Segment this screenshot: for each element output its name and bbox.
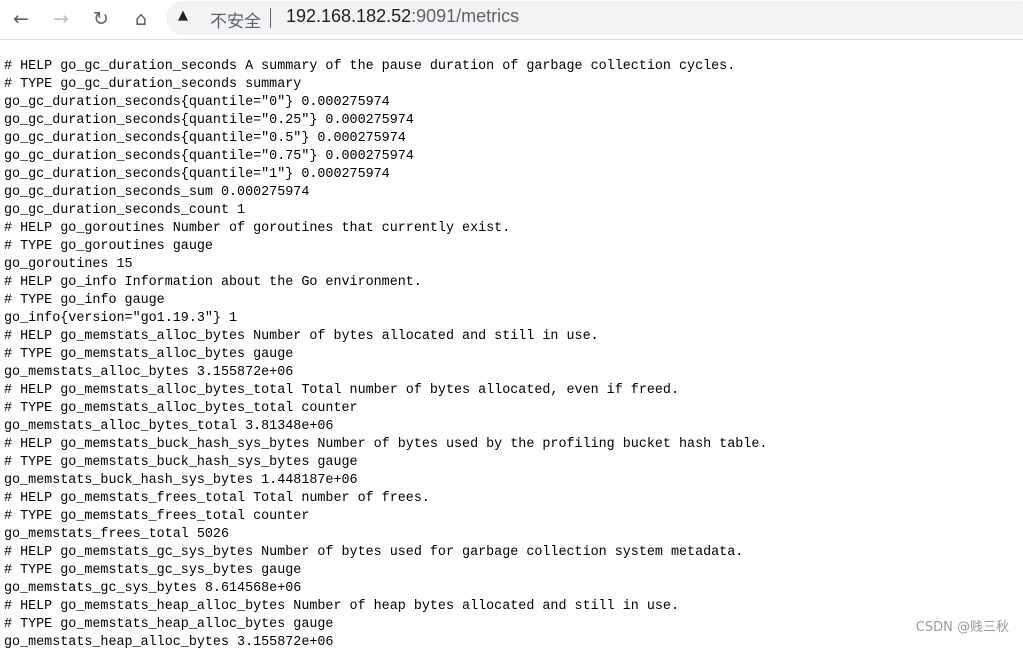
- metric-line: # TYPE go_info gauge: [4, 293, 165, 308]
- metric-line: # HELP go_goroutines Number of goroutine…: [4, 221, 511, 236]
- metric-line: go_memstats_buck_hash_sys_bytes 1.448187…: [4, 473, 358, 488]
- metric-line: go_goroutines 15: [4, 257, 133, 272]
- url-path: :9091/metrics: [411, 6, 520, 26]
- arrow-right-icon: →: [53, 8, 69, 30]
- metric-line: # TYPE go_memstats_heap_alloc_bytes gaug…: [4, 617, 334, 632]
- metric-line: # TYPE go_memstats_frees_total counter: [4, 509, 310, 524]
- metric-line: # TYPE go_memstats_gc_sys_bytes gauge: [4, 563, 302, 578]
- metric-line: go_gc_duration_seconds{quantile="1"} 0.0…: [4, 167, 390, 182]
- metric-line: # HELP go_memstats_buck_hash_sys_bytes N…: [4, 437, 768, 452]
- back-button[interactable]: ←: [7, 5, 35, 33]
- metric-line: # HELP go_info Information about the Go …: [4, 275, 422, 290]
- metrics-text: # HELP go_gc_duration_seconds A summary …: [4, 58, 767, 652]
- browser-toolbar: ← → ↻ ⌂ ▲ 不安全 192.168.182.52:9091/metric…: [0, 0, 1023, 40]
- metric-line: go_memstats_alloc_bytes 3.155872e+06: [4, 365, 294, 380]
- url-host: 192.168.182.52: [286, 6, 412, 26]
- metric-line: go_memstats_alloc_bytes_total 3.81348e+0…: [4, 419, 334, 434]
- metric-line: go_gc_duration_seconds_sum 0.000275974: [4, 185, 310, 200]
- url-text[interactable]: 192.168.182.52:9091/metrics: [286, 6, 519, 27]
- watermark: CSDN @贱三秋: [915, 620, 1009, 635]
- metric-line: # HELP go_gc_duration_seconds A summary …: [4, 59, 736, 74]
- home-icon: ⌂: [134, 8, 148, 30]
- reload-button[interactable]: ↻: [87, 5, 115, 33]
- arrow-left-icon: ←: [13, 8, 29, 30]
- metric-line: # TYPE go_memstats_alloc_bytes gauge: [4, 347, 294, 362]
- metric-line: go_memstats_heap_alloc_bytes 3.155872e+0…: [4, 635, 334, 650]
- metric-line: # HELP go_memstats_alloc_bytes Number of…: [4, 329, 599, 344]
- metric-line: # HELP go_memstats_heap_alloc_bytes Numb…: [4, 599, 679, 614]
- divider: [270, 8, 271, 28]
- metric-line: # HELP go_memstats_alloc_bytes_total Tot…: [4, 383, 679, 398]
- metric-line: # HELP go_memstats_gc_sys_bytes Number o…: [4, 545, 744, 560]
- metric-line: # HELP go_memstats_frees_total Total num…: [4, 491, 430, 506]
- metric-line: go_gc_duration_seconds{quantile="0"} 0.0…: [4, 95, 390, 110]
- forward-button[interactable]: →: [47, 5, 75, 33]
- metric-line: go_gc_duration_seconds{quantile="0.5"} 0…: [4, 131, 406, 146]
- metric-line: # TYPE go_memstats_buck_hash_sys_bytes g…: [4, 455, 358, 470]
- metric-line: go_gc_duration_seconds_count 1: [4, 203, 246, 218]
- metric-line: # TYPE go_memstats_alloc_bytes_total cou…: [4, 401, 358, 416]
- metric-line: go_gc_duration_seconds{quantile="0.25"} …: [4, 113, 414, 128]
- metric-line: # TYPE go_goroutines gauge: [4, 239, 213, 254]
- security-label[interactable]: 不安全: [210, 7, 261, 32]
- metric-line: go_gc_duration_seconds{quantile="0.75"} …: [4, 149, 414, 164]
- metric-line: # TYPE go_gc_duration_seconds summary: [4, 77, 302, 92]
- metric-line: go_memstats_frees_total 5026: [4, 527, 229, 542]
- home-button[interactable]: ⌂: [127, 5, 155, 33]
- metric-line: go_memstats_gc_sys_bytes 8.614568e+06: [4, 581, 302, 596]
- reload-icon: ↻: [93, 8, 109, 30]
- warning-triangle-icon[interactable]: ▲: [178, 8, 188, 23]
- metric-line: go_info{version="go1.19.3"} 1: [4, 311, 238, 326]
